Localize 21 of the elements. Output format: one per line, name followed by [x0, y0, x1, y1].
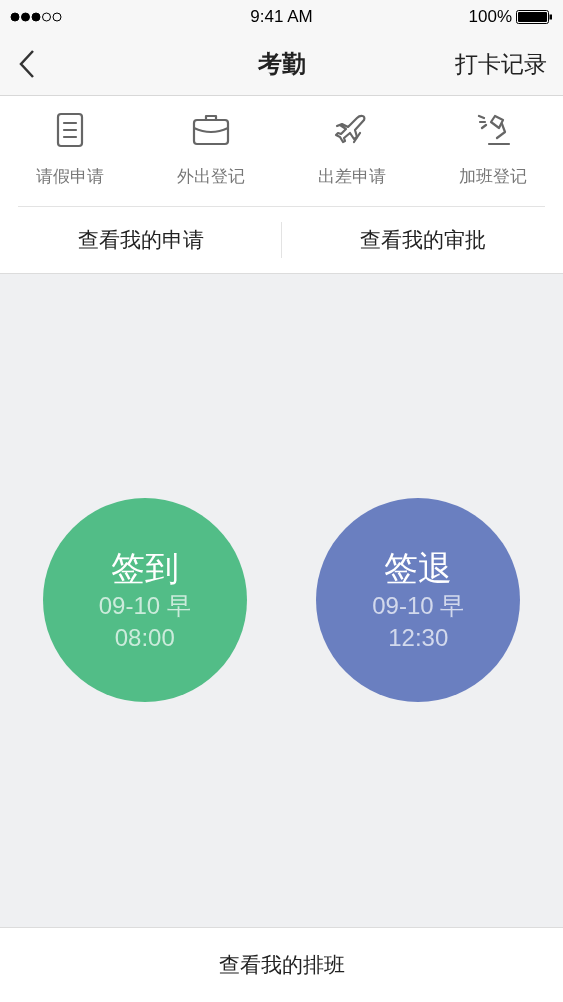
- shortcut-button[interactable]: 外出登记: [140, 110, 282, 190]
- punch-time: 12:30: [388, 623, 449, 654]
- battery-icon: [516, 9, 553, 24]
- chevron-left-icon: [18, 49, 36, 79]
- punch-title: 签到: [110, 548, 179, 590]
- punch-title: 签退: [384, 548, 453, 590]
- shortcut-button[interactable]: 请假申请: [0, 110, 141, 190]
- shortcut-button[interactable]: 出差申请: [281, 110, 423, 190]
- punch-date: 09-10 早: [372, 591, 465, 622]
- view-link[interactable]: 查看我的申请: [77, 223, 204, 256]
- battery-percentage: 100%: [468, 5, 512, 28]
- punch-date: 09-10 早: [98, 591, 191, 622]
- view-link[interactable]: 查看我的审批: [359, 223, 486, 256]
- shortcut-button[interactable]: 加班登记: [422, 110, 563, 190]
- punch-button[interactable]: 签退 09-10 早 12:30: [316, 498, 521, 703]
- punch-time: 08:00: [114, 623, 175, 654]
- page-title: 考勤: [257, 49, 306, 79]
- signal-icon: [10, 11, 62, 22]
- status-time: 9:41 AM: [250, 5, 313, 28]
- punch-record-link[interactable]: 打卡记录: [455, 46, 547, 82]
- schedule-link[interactable]: 查看我的排班: [218, 949, 345, 981]
